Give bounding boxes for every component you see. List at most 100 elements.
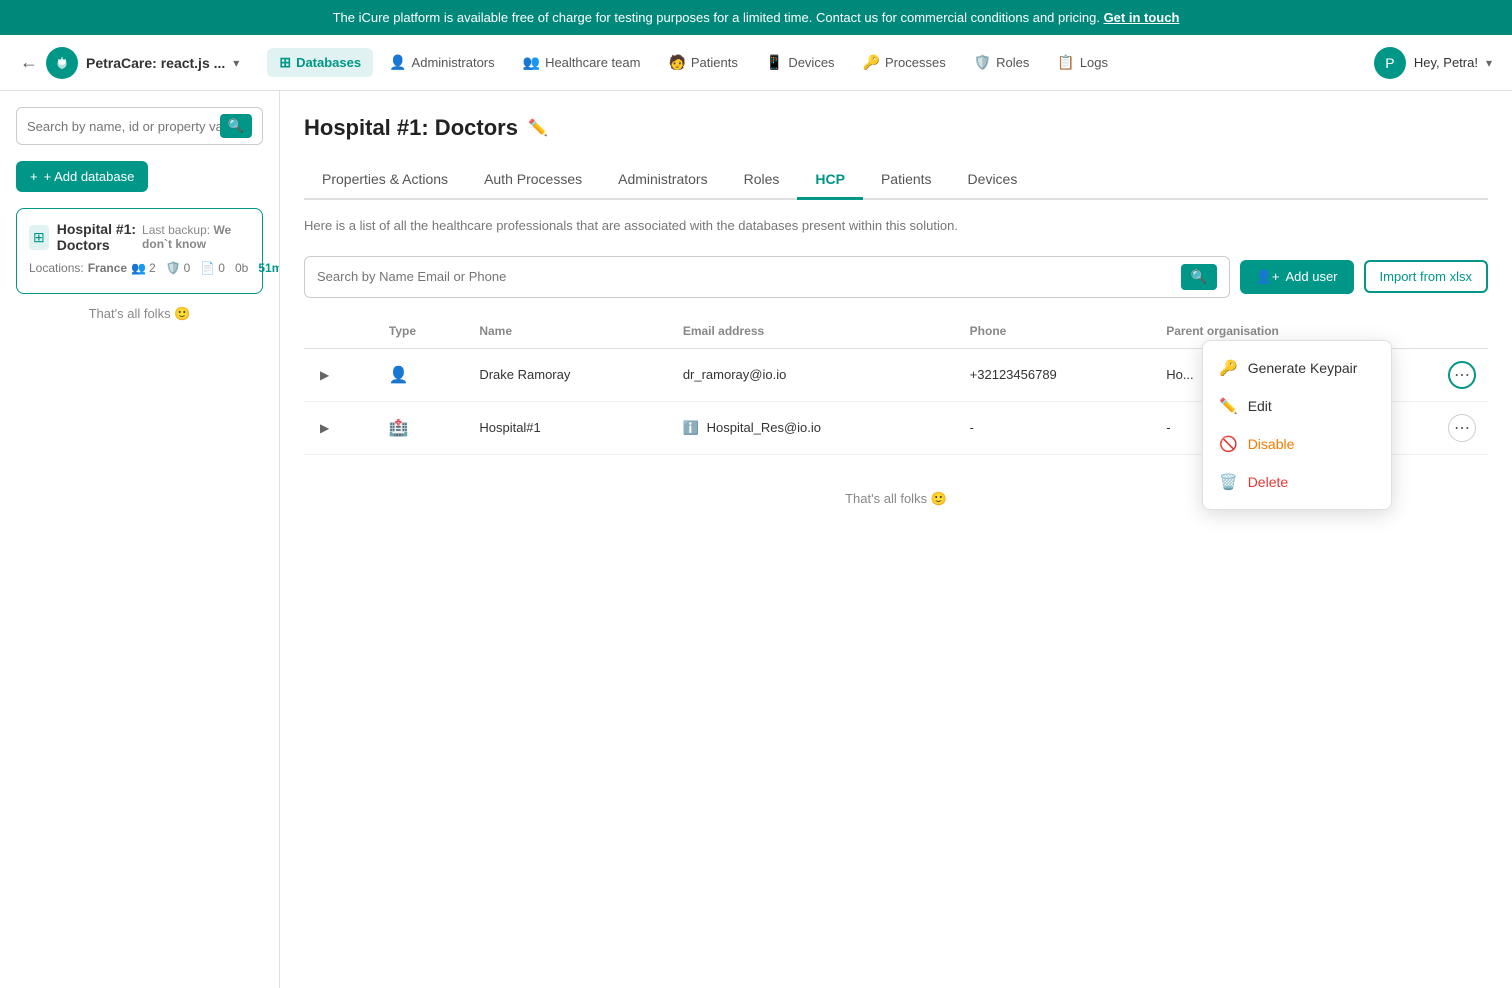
nav-item-patients[interactable]: 🧑 Patients <box>656 48 749 77</box>
nav-label-databases: Databases <box>296 55 361 70</box>
nav-item-logs[interactable]: 📋 Logs <box>1045 48 1120 77</box>
tab-patients[interactable]: Patients <box>863 161 950 200</box>
db-meta: Locations: France 👥 2 🛡️ 0 📄 0 0b 51mb <box>29 261 250 275</box>
user-area: P Hey, Petra! ▾ <box>1374 47 1492 79</box>
nav-items: ⊞ Databases 👤 Administrators 👥 Healthcar… <box>267 48 1366 77</box>
administrators-icon: 👤 <box>389 54 406 71</box>
row2-name-cell: Hospital#1 <box>467 401 670 454</box>
roles-icon: 🛡️ <box>974 54 991 71</box>
back-button[interactable]: ← <box>20 52 38 73</box>
tab-devices[interactable]: Devices <box>950 161 1036 200</box>
table-search-input[interactable] <box>317 269 1181 284</box>
import-xlsx-button[interactable]: Import from xlsx <box>1364 260 1488 293</box>
nav-label-roles: Roles <box>996 55 1029 70</box>
db-card[interactable]: ⊞ Hospital #1: Doctors Last backup: We d… <box>16 208 263 294</box>
table-toolbar: 🔍 👤+ Add user Import from xlsx <box>304 256 1488 298</box>
row2-expand-cell: ▶ <box>304 401 377 454</box>
nav-item-healthcare-team[interactable]: 👥 Healthcare team <box>511 48 653 77</box>
context-menu-delete[interactable]: 🗑️ Delete <box>1203 463 1391 501</box>
app-title: PetraCare: react.js ... <box>86 55 225 71</box>
add-user-label: Add user <box>1285 269 1337 284</box>
user-dropdown-arrow[interactable]: ▾ <box>1486 56 1492 70</box>
delete-icon: 🗑️ <box>1219 473 1238 491</box>
get-in-touch-link[interactable]: Get in touch <box>1104 10 1180 25</box>
disable-label: Disable <box>1248 436 1295 452</box>
context-menu: 🔑 Generate Keypair ✏️ Edit 🚫 Disable 🗑️ … <box>1202 340 1392 510</box>
databases-icon: ⊞ <box>279 54 291 71</box>
row1-expand-cell: ▶ <box>304 348 377 401</box>
edit-icon: ✏️ <box>1219 397 1238 415</box>
stat-size: 0b <box>235 261 248 275</box>
row2-expand-button[interactable]: ▶ <box>316 419 333 437</box>
header-left: ← PetraCare: react.js ... ▾ <box>20 47 239 79</box>
col-expand <box>304 314 377 349</box>
sidebar: 🔍 + + Add database ⊞ Hospital #1: Doctor… <box>0 91 280 988</box>
logs-icon: 📋 <box>1057 54 1074 71</box>
row1-phone: +32123456789 <box>970 367 1057 382</box>
nav-label-patients: Patients <box>691 55 738 70</box>
db-card-icon: ⊞ <box>29 225 49 250</box>
context-menu-edit[interactable]: ✏️ Edit <box>1203 387 1391 425</box>
nav-item-administrators[interactable]: 👤 Administrators <box>377 48 507 77</box>
context-menu-disable[interactable]: 🚫 Disable <box>1203 425 1391 463</box>
nav-item-devices[interactable]: 📱 Devices <box>754 48 847 77</box>
row2-info-icon: ℹ️ <box>683 420 699 435</box>
row2-more-button[interactable]: ⋯ <box>1448 414 1476 442</box>
title-edit-icon[interactable]: ✏️ <box>528 118 548 138</box>
col-phone: Phone <box>958 314 1155 349</box>
nav-item-roles[interactable]: 🛡️ Roles <box>962 48 1042 77</box>
patients-icon: 🧑 <box>668 54 685 71</box>
edit-label: Edit <box>1248 398 1272 414</box>
sidebar-thats-all: That's all folks 🙂 <box>16 294 263 334</box>
stat-roles: 🛡️ 0 <box>166 261 191 275</box>
add-database-button[interactable]: + + Add database <box>16 161 148 192</box>
location-value: France <box>88 261 127 275</box>
row1-actions-cell: ⋯ <box>1396 348 1488 401</box>
stat-users: 👥 2 <box>131 261 156 275</box>
row1-type-cell: 👤 <box>377 348 467 401</box>
app-dropdown-arrow[interactable]: ▾ <box>233 56 239 70</box>
header: ← PetraCare: react.js ... ▾ ⊞ Databases … <box>0 35 1512 91</box>
row2-org: - <box>1166 420 1170 435</box>
row1-phone-cell: +32123456789 <box>958 348 1155 401</box>
row1-name-cell: Drake Ramoray <box>467 348 670 401</box>
row2-actions: ⋯ <box>1408 414 1476 442</box>
tab-administrators[interactable]: Administrators <box>600 161 725 200</box>
tab-auth-processes[interactable]: Auth Processes <box>466 161 600 200</box>
row2-type-icon: 🏥 <box>389 420 409 437</box>
devices-icon: 📱 <box>766 54 783 71</box>
add-user-button[interactable]: 👤+ Add user <box>1240 260 1354 294</box>
nav-label-healthcare: Healthcare team <box>545 55 640 70</box>
row1-more-button[interactable]: ⋯ <box>1448 361 1476 389</box>
backup-info: ⊞ Hospital #1: Doctors Last backup: We d… <box>29 221 250 253</box>
row2-phone-cell: - <box>958 401 1155 454</box>
logo-icon <box>46 47 78 79</box>
disable-icon: 🚫 <box>1219 435 1238 453</box>
tabs: Properties & Actions Auth Processes Admi… <box>304 161 1488 200</box>
table-search-button[interactable]: 🔍 <box>1181 264 1217 290</box>
tab-properties[interactable]: Properties & Actions <box>304 161 466 200</box>
row1-type-icon: 👤 <box>389 367 409 384</box>
nav-label-administrators: Administrators <box>412 55 495 70</box>
tab-roles[interactable]: Roles <box>726 161 798 200</box>
row1-email: dr_ramoray@io.io <box>683 367 787 382</box>
sidebar-search-button[interactable]: 🔍 <box>220 114 252 138</box>
stat-extra: 51mb <box>258 261 280 275</box>
sidebar-search-input[interactable] <box>27 119 220 134</box>
row2-actions-cell: ⋯ <box>1396 401 1488 454</box>
tab-hcp[interactable]: HCP <box>797 161 863 200</box>
row1-expand-button[interactable]: ▶ <box>316 366 333 384</box>
generate-keypair-label: Generate Keypair <box>1248 360 1358 376</box>
context-menu-generate-keypair[interactable]: 🔑 Generate Keypair <box>1203 349 1391 387</box>
add-db-label: + Add database <box>44 169 135 184</box>
user-initial: P <box>1385 55 1394 71</box>
delete-label: Delete <box>1248 474 1288 490</box>
nav-item-processes[interactable]: 🔑 Processes <box>851 48 958 77</box>
col-email: Email address <box>671 314 958 349</box>
nav-item-databases[interactable]: ⊞ Databases <box>267 48 373 77</box>
col-name: Name <box>467 314 670 349</box>
import-label: Import from xlsx <box>1380 269 1472 284</box>
user-name[interactable]: Hey, Petra! <box>1414 55 1478 70</box>
nav-label-devices: Devices <box>788 55 834 70</box>
db-card-title: Hospital #1: Doctors <box>57 221 142 253</box>
